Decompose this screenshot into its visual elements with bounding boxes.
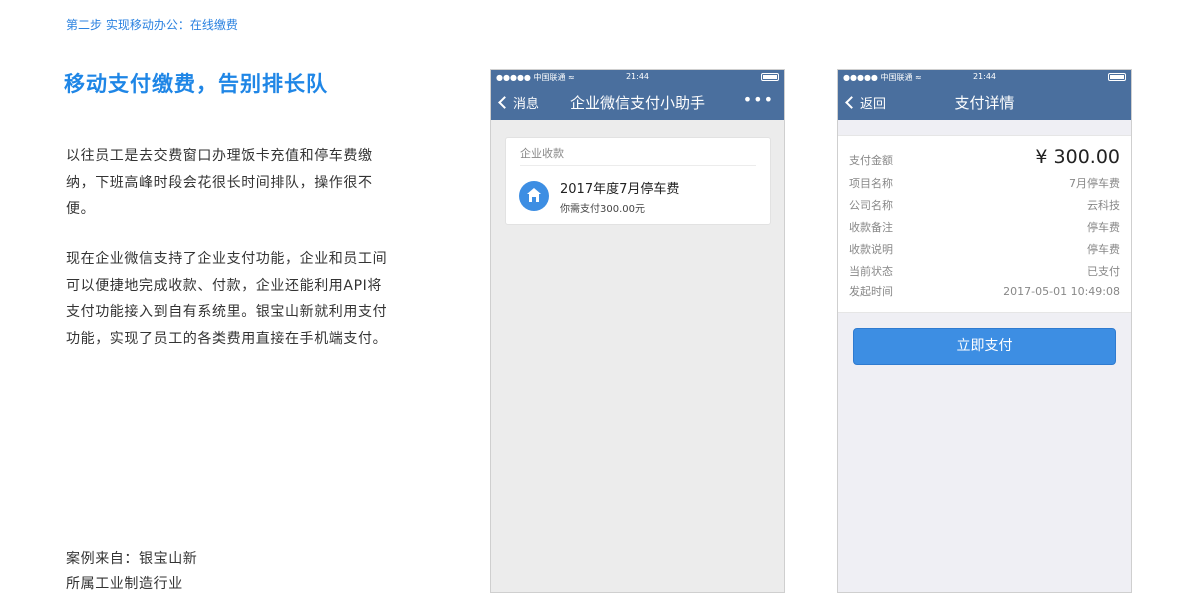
case-source: 案例来自：银宝山新 所属工业制造行业 (66, 547, 197, 596)
nav-bar: 返回 支付详情 (838, 84, 1131, 120)
card-divider (520, 165, 756, 166)
battery-icon (1108, 73, 1126, 81)
detail-value-time: 2017-05-01 10:49:08 (1003, 285, 1120, 298)
nav-title: 企业微信支付小助手 (569, 94, 705, 112)
more-icon[interactable]: ••• (743, 90, 774, 109)
step-label: 第二步 实现移动办公：在线缴费 (66, 18, 238, 32)
detail-label-status: 当前状态 (849, 265, 893, 278)
home-icon (519, 181, 549, 211)
pay-now-button[interactable]: 立即支付 (853, 328, 1116, 365)
card-subtitle: 你需支付300.00元 (560, 204, 645, 215)
payment-details-panel: 支付金额 ¥ 300.00 项目名称 7月停车费 公司名称 云科技 收款备注 停… (838, 135, 1131, 313)
case-source-industry: 所属工业制造行业 (66, 575, 183, 592)
phone-screen-payment-details: ●●●●● 中国联通 ≈ 21:44 返回 支付详情 支付金额 ¥ 300.00… (837, 69, 1132, 593)
detail-label-time: 发起时间 (849, 285, 893, 298)
amount-value: ¥ 300.00 (1035, 146, 1120, 168)
detail-label-company: 公司名称 (849, 199, 893, 212)
status-time: 21:44 (972, 72, 997, 81)
nav-title: 支付详情 (954, 94, 1015, 112)
card-title: 2017年度7月停车费 (560, 182, 680, 197)
detail-label-item: 项目名称 (849, 177, 893, 190)
case-source-company: 案例来自：银宝山新 (66, 551, 198, 567)
status-bar: ●●●●● 中国联通 ≈ 21:44 (491, 70, 784, 84)
amount-label: 支付金额 (849, 154, 893, 167)
status-bar: ●●●●● 中国联通 ≈ 21:44 (838, 70, 1131, 84)
card-header: 企业收款 (520, 147, 564, 160)
status-time: 21:44 (625, 72, 650, 81)
battery-icon (761, 73, 779, 81)
detail-value-company: 云科技 (1087, 199, 1120, 212)
nav-bar: 消息 企业微信支付小助手 ••• (491, 84, 784, 120)
detail-label-description: 收款说明 (849, 243, 893, 256)
feature-paragraph: 现在企业微信支持了企业支付功能，企业和员工间可以便捷地完成收款、付款，企业还能利… (66, 251, 388, 347)
phone-screen-assistant: ●●●●● 中国联通 ≈ 21:44 消息 企业微信支付小助手 ••• 企业收款… (490, 69, 785, 593)
detail-value-description: 停车费 (1087, 243, 1120, 256)
detail-value-status: 已支付 (1087, 265, 1120, 278)
detail-value-item: 7月停车费 (1069, 177, 1120, 190)
headline: 移动支付缴费，告别排长队 (64, 72, 328, 96)
intro-paragraph: 以往员工是去交费窗口办理饭卡充值和停车费缴纳，下班高峰时段会花很长时间排队，操作… (66, 148, 373, 217)
detail-label-remark: 收款备注 (849, 221, 893, 234)
payment-request-card[interactable]: 企业收款 2017年度7月停车费 你需支付300.00元 (505, 137, 771, 225)
detail-value-remark: 停车费 (1087, 221, 1120, 234)
